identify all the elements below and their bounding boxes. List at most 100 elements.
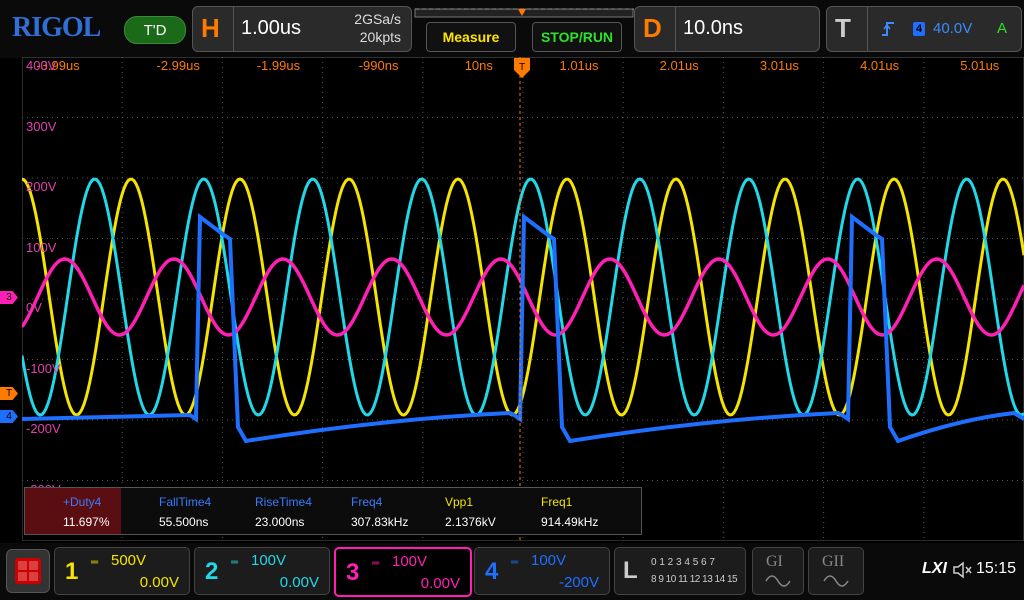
voltage-tick-label: 0V bbox=[26, 300, 42, 315]
channel-offset: 0.00V bbox=[279, 574, 319, 591]
channel-number: 4 bbox=[485, 558, 499, 585]
delay-panel[interactable]: D 10.0ns bbox=[634, 6, 820, 52]
d-letter: D bbox=[643, 13, 662, 43]
measure-button[interactable]: Measure bbox=[426, 22, 516, 52]
measurement-item[interactable]: Vpp1 2.1376kV bbox=[407, 488, 503, 534]
top-bar: RIGOL T'D H 1.00us 2GSa/s 20kpts Measure… bbox=[0, 0, 1024, 58]
bottom-bar: L 0 1 2 3 4 5 6 7 8 9 10 11 12 13 14 15 … bbox=[0, 543, 1024, 600]
memory-position-bar[interactable] bbox=[414, 6, 634, 20]
channel-scale: 100V bbox=[392, 553, 428, 570]
channel-number: 2 bbox=[205, 558, 219, 585]
channel-3-panel[interactable]: 3 ═ 100V 0.00V bbox=[334, 547, 472, 597]
dc-coupling-icon: ═ bbox=[511, 557, 519, 568]
rigol-logo: RIGOL bbox=[12, 12, 101, 43]
ch3-offset-marker[interactable]: 3 bbox=[0, 291, 18, 304]
measurement-label: Freq1 bbox=[541, 495, 573, 509]
dc-coupling-icon: ═ bbox=[231, 557, 239, 568]
measurement-label: Freq4 bbox=[351, 495, 383, 509]
channel-scale: 100V bbox=[251, 552, 287, 569]
time-tick-label: 2.01us bbox=[659, 58, 699, 73]
measurement-label: FallTime4 bbox=[159, 495, 212, 509]
generator-1-button[interactable]: GI bbox=[752, 547, 804, 595]
measurement-panel[interactable]: +Duty4 11.697% FallTime4 55.500ns RiseTime4 2… bbox=[24, 487, 642, 535]
gen2-label: GII bbox=[822, 553, 845, 570]
ch4-offset-marker[interactable]: 4 bbox=[0, 410, 18, 423]
trigger-source-badge: 4 bbox=[913, 22, 925, 36]
time-tick-label: 5.01us bbox=[960, 58, 1000, 73]
measurement-value: 55.500ns bbox=[159, 515, 209, 529]
sine-wave-icon bbox=[765, 575, 791, 587]
time-tick-label: -990ns bbox=[358, 58, 399, 73]
channel-1-panel[interactable]: 1 ═ 500V 0.00V bbox=[54, 547, 190, 595]
grid-menu-icon bbox=[15, 558, 41, 584]
channel-number: 1 bbox=[65, 558, 79, 585]
channel-scale: 500V bbox=[111, 552, 147, 569]
voltage-tick-label: -100V bbox=[26, 360, 61, 376]
trigger-level: 40.0V bbox=[933, 20, 973, 37]
waveforms bbox=[22, 177, 1024, 444]
waveform-display[interactable] bbox=[22, 57, 1024, 541]
measurement-value: 11.697% bbox=[63, 515, 110, 529]
measurement-item[interactable]: +Duty4 11.697% bbox=[25, 488, 121, 534]
logic-analyzer-panel[interactable]: L 0 1 2 3 4 5 6 7 8 9 10 11 12 13 14 15 bbox=[614, 547, 746, 595]
trigger-panel[interactable]: T 4 40.0V A bbox=[826, 6, 1022, 52]
time-tick-label: -2.99us bbox=[156, 58, 200, 73]
voltage-tick-label: 300V bbox=[26, 118, 57, 134]
divider bbox=[867, 7, 868, 51]
voltage-tick-label: 100V bbox=[26, 239, 57, 255]
gen1-label: GI bbox=[766, 553, 783, 570]
memory-depth: 20kpts bbox=[359, 29, 401, 45]
channel-2-panel[interactable]: 2 ═ 100V 0.00V bbox=[194, 547, 330, 595]
measurement-label: +Duty4 bbox=[63, 495, 102, 509]
measurement-label: RiseTime4 bbox=[255, 495, 312, 509]
speaker-muted-icon[interactable] bbox=[952, 561, 972, 579]
voltage-tick-label: -200V bbox=[26, 421, 61, 436]
trigger-mode: A bbox=[997, 20, 1008, 37]
timebase-value: 1.00us bbox=[241, 17, 302, 39]
time-tick-label: 4.01us bbox=[860, 58, 900, 73]
time-tick-label: -1.99us bbox=[256, 58, 301, 73]
trigger-status-button[interactable]: T'D bbox=[124, 16, 186, 44]
h-letter: H bbox=[201, 13, 220, 43]
channel-4-panel[interactable]: 4 ═ 100V -200V bbox=[474, 547, 610, 595]
voltage-tick-label: 400V bbox=[26, 58, 57, 73]
generator-2-button[interactable]: GII bbox=[808, 547, 864, 595]
time-tick-label: 10ns bbox=[464, 58, 493, 73]
measurement-item[interactable]: Freq1 914.49kHz bbox=[503, 488, 599, 534]
voltage-tick-label: 200V bbox=[26, 179, 57, 194]
measurement-value: 2.1376kV bbox=[445, 515, 496, 529]
divider bbox=[233, 7, 234, 51]
clock-time: 15:15 bbox=[976, 560, 1017, 577]
channel-number: 3 bbox=[346, 559, 360, 586]
time-tick-label: 1.01us bbox=[559, 58, 599, 73]
logic-bits-row1: 0 1 2 3 4 5 6 7 bbox=[651, 557, 715, 568]
home-menu-button[interactable] bbox=[6, 549, 50, 593]
svg-text:T: T bbox=[519, 62, 525, 73]
time-axis: -3.99us -2.99us -1.99us -990ns 10ns 1.01us 2.0… bbox=[0, 58, 1024, 74]
channel-offset: 0.00V bbox=[139, 574, 179, 591]
dc-coupling-icon: ═ bbox=[372, 558, 380, 569]
dc-coupling-icon: ═ bbox=[91, 557, 99, 568]
measurement-value: 23.000ns bbox=[255, 515, 305, 529]
channel-offset: 0.00V bbox=[420, 575, 460, 592]
stop-run-button[interactable]: STOP/RUN bbox=[532, 22, 622, 52]
channel-offset: -200V bbox=[558, 574, 599, 591]
t-letter: T bbox=[835, 13, 851, 43]
logic-bits-row2: 8 9 10 11 12 13 14 15 bbox=[651, 574, 738, 585]
sample-rate: 2GSa/s bbox=[354, 11, 401, 27]
delay-value: 10.0ns bbox=[683, 17, 744, 39]
measurement-value: 914.49kHz bbox=[541, 515, 599, 529]
lxi-logo: LXI bbox=[922, 560, 947, 577]
measurement-item[interactable]: Freq4 307.83kHz bbox=[313, 488, 408, 534]
logic-letter: L bbox=[623, 557, 638, 584]
channel-scale: 100V bbox=[531, 552, 567, 569]
measurement-item[interactable]: RiseTime4 23.000ns bbox=[217, 488, 313, 534]
sine-wave-icon bbox=[823, 575, 849, 587]
trigger-level-marker[interactable]: T bbox=[0, 387, 18, 400]
rising-edge-icon bbox=[882, 22, 894, 36]
horizontal-timebase-panel[interactable]: H 1.00us 2GSa/s 20kpts bbox=[192, 6, 412, 52]
trigger-position-marker[interactable]: T bbox=[514, 58, 530, 80]
divider bbox=[675, 7, 676, 51]
measurement-item[interactable]: FallTime4 55.500ns bbox=[121, 488, 217, 534]
measurement-label: Vpp1 bbox=[445, 495, 474, 509]
